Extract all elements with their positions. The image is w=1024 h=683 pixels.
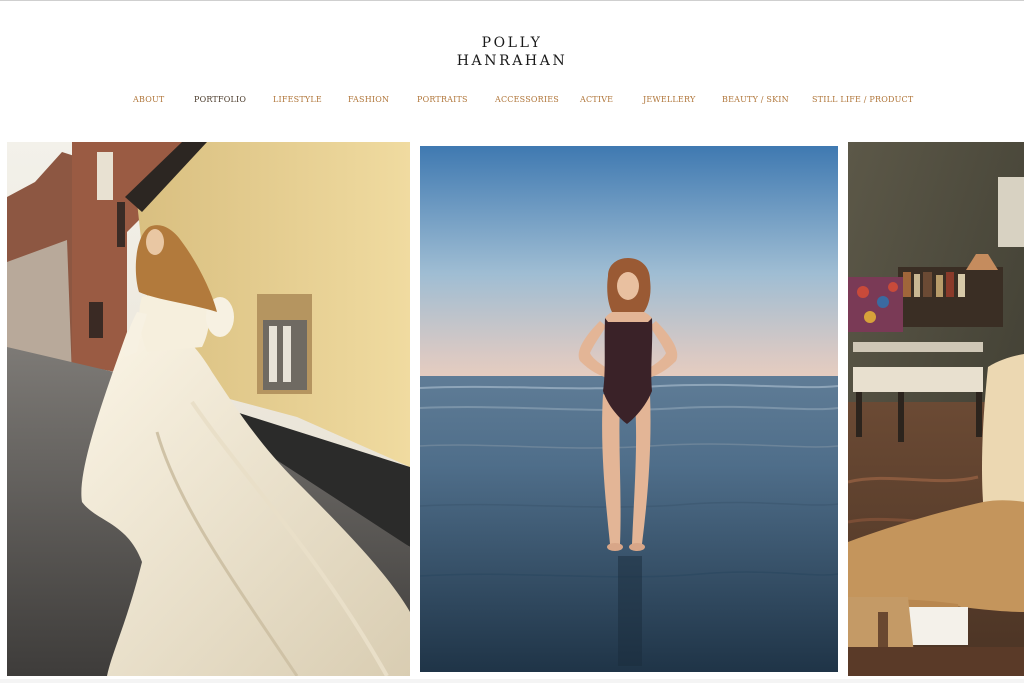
gallery-photo-interior-seated[interactable] bbox=[848, 142, 1024, 676]
nav-portraits[interactable]: PORTRAITS bbox=[417, 95, 468, 104]
nav-beauty-skin[interactable]: BEAUTY / SKIN bbox=[722, 95, 789, 104]
site-logo[interactable]: POLLY HANRAHAN bbox=[0, 34, 1024, 70]
gallery-photo-wedding-gown[interactable] bbox=[7, 142, 410, 676]
wedding-gown-image bbox=[7, 142, 410, 676]
swimsuit-shore-image bbox=[420, 146, 838, 672]
logo-first-name: POLLY bbox=[481, 35, 543, 51]
gallery-photo-swimsuit-shore[interactable] bbox=[420, 146, 838, 672]
nav-still-life-product[interactable]: STILL LIFE / PRODUCT bbox=[812, 95, 913, 104]
top-border bbox=[0, 0, 1024, 1]
nav-jewellery[interactable]: JEWELLERY bbox=[643, 95, 695, 104]
logo-last-name: HANRAHAN bbox=[456, 53, 568, 69]
nav-about[interactable]: ABOUT bbox=[133, 95, 164, 104]
interior-seated-image bbox=[848, 142, 1024, 676]
nav-portfolio[interactable]: PORTFOLIO bbox=[194, 95, 246, 104]
main-navigation: ABOUT PORTFOLIO LIFESTYLE FASHION PORTRA… bbox=[0, 95, 1024, 107]
nav-lifestyle[interactable]: LIFESTYLE bbox=[273, 95, 322, 104]
photo-gallery bbox=[0, 142, 1024, 676]
bottom-strip bbox=[0, 679, 1024, 683]
nav-accessories[interactable]: ACCESSORIES bbox=[495, 95, 559, 104]
nav-active[interactable]: ACTIVE bbox=[580, 95, 613, 104]
nav-fashion[interactable]: FASHION bbox=[348, 95, 389, 104]
